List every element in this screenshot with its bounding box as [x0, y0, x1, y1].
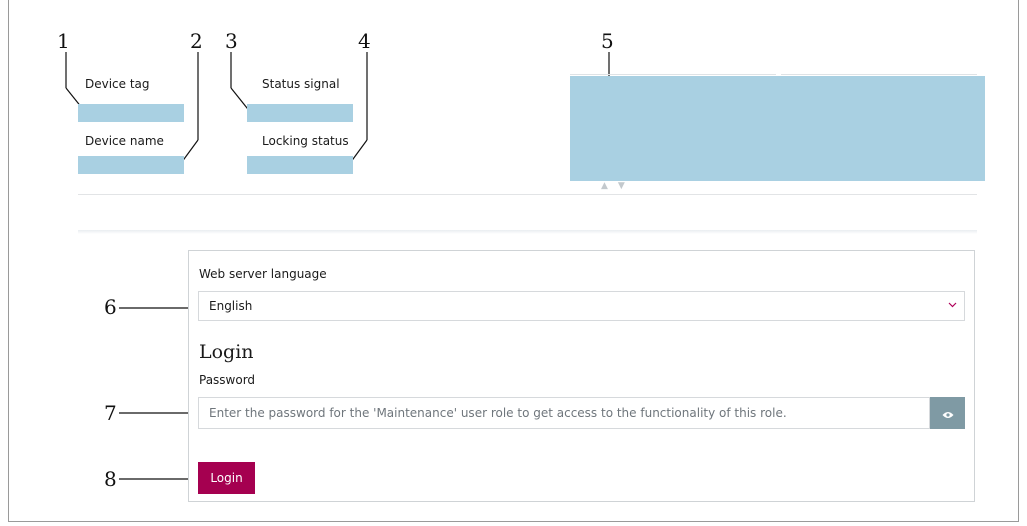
chevron-down-icon — [948, 299, 957, 312]
header-divider-left — [570, 74, 776, 75]
callout-8: 8 — [104, 467, 117, 491]
locking-status-value — [247, 156, 353, 174]
callout-4: 4 — [358, 29, 371, 53]
show-password-button[interactable] — [930, 397, 965, 429]
callout-5: 5 — [601, 29, 614, 53]
password-label: Password — [199, 373, 256, 387]
callout-6: 6 — [104, 295, 117, 319]
device-name-label: Device name — [85, 134, 164, 148]
device-tag-label: Device tag — [85, 77, 150, 91]
content-separator — [78, 230, 977, 234]
callout-3: 3 — [225, 29, 238, 53]
callout-1: 1 — [57, 29, 70, 53]
login-panel: Web server language English Login Passwo… — [188, 250, 975, 502]
password-input[interactable] — [198, 397, 930, 429]
status-display-area — [570, 76, 985, 181]
eye-icon — [942, 404, 954, 423]
status-signal-value — [247, 104, 353, 122]
language-select[interactable]: English — [198, 291, 965, 321]
language-selected-value: English — [209, 299, 253, 313]
header-divider-right — [781, 74, 977, 75]
callout-7: 7 — [104, 401, 117, 425]
header-separator — [78, 194, 977, 195]
device-tag-value — [78, 104, 184, 122]
status-signal-label: Status signal — [262, 77, 340, 91]
login-title: Login — [199, 341, 254, 363]
language-label: Web server language — [199, 267, 327, 281]
up-down-arrows-icon[interactable]: ▲▼ — [601, 181, 635, 191]
locking-status-label: Locking status — [262, 134, 349, 148]
callout-2: 2 — [190, 29, 203, 53]
device-name-value — [78, 156, 184, 174]
login-button[interactable]: Login — [198, 462, 255, 494]
